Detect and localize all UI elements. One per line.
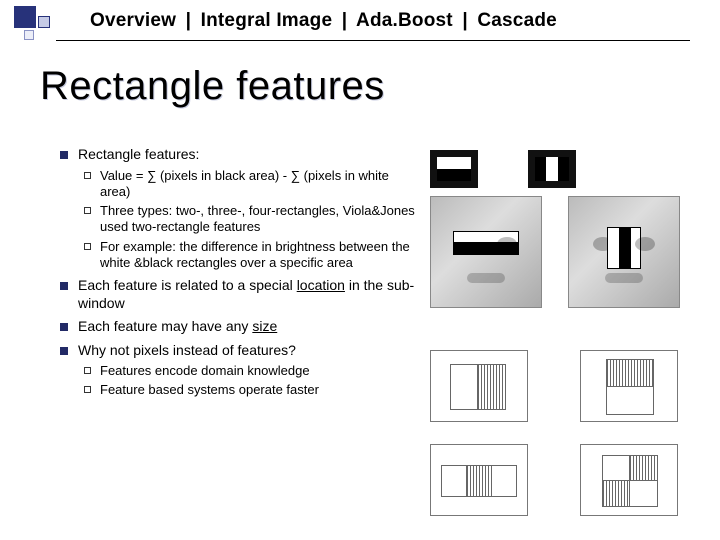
haar-two-rect-horizontal-icon (580, 350, 678, 422)
face-row (430, 196, 700, 308)
bullet-text: Feature based systems operate faster (100, 382, 319, 397)
bullet-text: For example: the difference in brightnes… (100, 239, 410, 270)
bullet-underline: location (297, 277, 345, 293)
breadcrumb-item: Cascade (477, 10, 557, 31)
bullet-l1: Each feature may have any size (56, 318, 416, 336)
bullet-text: Why not pixels instead of features? (78, 342, 296, 358)
bullet-text: Three types: two-, three-, four-rectangl… (100, 203, 415, 234)
page-title: Rectangle features (40, 64, 385, 109)
breadcrumb-item: Overview (90, 10, 176, 31)
bullet-l2: For example: the difference in brightnes… (78, 239, 416, 272)
bullet-l1: Rectangle features: Value = ∑ (pixels in… (56, 146, 416, 271)
haar-four-rect-icon (580, 444, 678, 516)
slide: Overview | Integral Image | Ada.Boost | … (0, 0, 720, 540)
corner-decoration (14, 6, 74, 42)
breadcrumb-item: Integral Image (201, 10, 333, 31)
bullet-l2: Value = ∑ (pixels in black area) - ∑ (pi… (78, 168, 416, 201)
bullet-underline: size (252, 318, 277, 334)
breadcrumb-sep: | (462, 10, 468, 31)
bullet-l2: Three types: two-, three-, four-rectangl… (78, 203, 416, 236)
haar-diagram-area (430, 350, 700, 538)
feature-tile-row (430, 150, 700, 188)
haar-tile-two-horizontal-icon (430, 150, 478, 188)
bullet-l2: Features encode domain knowledge (78, 363, 416, 379)
bullet-text: Each feature may have any (78, 318, 252, 334)
bullet-l1: Why not pixels instead of features? Feat… (56, 342, 416, 399)
bullet-l1: Each feature is related to a special loc… (56, 277, 416, 312)
bullet-l2: Feature based systems operate faster (78, 382, 416, 398)
content-text: Rectangle features: Value = ∑ (pixels in… (56, 146, 416, 405)
face-image-with-horizontal-feature (430, 196, 542, 308)
divider (56, 40, 690, 41)
deco-square-icon (24, 30, 34, 40)
breadcrumb-sep: | (342, 10, 348, 31)
face-image-with-vertical-feature (568, 196, 680, 308)
breadcrumb-sep: | (186, 10, 192, 31)
haar-tile-two-vertical-icon (528, 150, 576, 188)
haar-three-rect-icon (430, 444, 528, 516)
breadcrumb-item: Ada.Boost (356, 10, 453, 31)
deco-square-icon (38, 16, 50, 28)
bullet-text: Rectangle features: (78, 146, 199, 162)
haar-row (430, 444, 700, 516)
bullet-text: Value = ∑ (pixels in black area) - ∑ (pi… (100, 168, 389, 199)
bullet-text: Each feature is related to a special (78, 277, 297, 293)
haar-row (430, 350, 700, 422)
deco-square-icon (14, 6, 36, 28)
figure-area (430, 150, 700, 308)
haar-two-rect-vertical-icon (430, 350, 528, 422)
breadcrumb: Overview | Integral Image | Ada.Boost | … (90, 10, 557, 32)
bullet-text: Features encode domain knowledge (100, 363, 310, 378)
